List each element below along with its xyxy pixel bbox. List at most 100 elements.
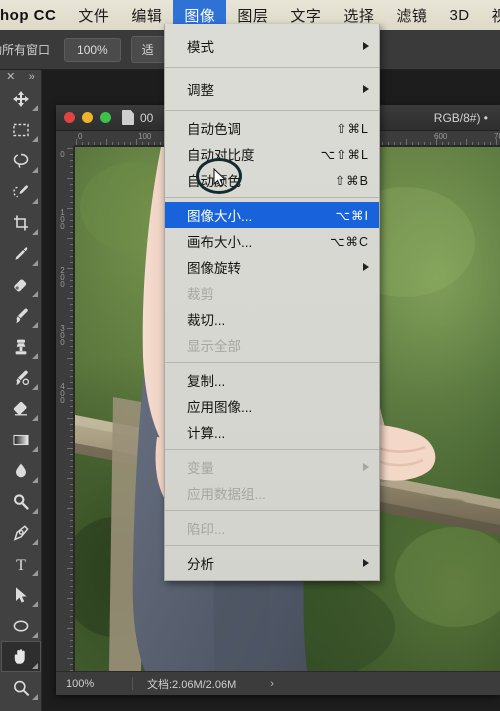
ruler-tick	[70, 250, 73, 251]
menu-item-7[interactable]: 图像旋转	[165, 254, 379, 280]
ruler-tick	[124, 142, 125, 145]
ruler-tick	[67, 568, 73, 569]
menu-separator	[165, 362, 379, 363]
path-selection-tool[interactable]	[1, 579, 41, 610]
menu-item-5[interactable]: 图像大小... ⌥⌘I	[165, 202, 379, 228]
menu-item-shortcut: ⇧⌘L	[336, 121, 369, 136]
submenu-arrow-icon	[363, 463, 369, 471]
submenu-arrow-icon	[363, 559, 369, 567]
menu-7[interactable]: 3D	[438, 0, 480, 30]
marquee-tool[interactable]	[1, 114, 41, 145]
photoshop-window: hop CC 文件编辑图像图层文字选择滤镜3D视图 滚动所有窗口 100% 适 …	[0, 0, 500, 711]
dodge-tool[interactable]	[1, 486, 41, 517]
blur-tool[interactable]	[1, 455, 41, 486]
submenu-arrow-icon	[363, 85, 369, 93]
brush-tool[interactable]	[1, 300, 41, 331]
ruler-tick	[70, 172, 73, 173]
ruler-tick	[154, 142, 155, 145]
menu-item-label: 自动对比度	[187, 148, 255, 163]
type-tool[interactable]: T	[1, 548, 41, 579]
menu-item-9[interactable]: 裁切...	[165, 306, 379, 332]
menu-item-3[interactable]: 自动对比度 ⌥⇧⌘L	[165, 141, 379, 167]
ruler-tick	[70, 274, 73, 275]
ruler-tick	[70, 514, 73, 515]
menu-item-shortcut: ⌥⌘I	[335, 208, 369, 223]
ruler-tick	[70, 286, 73, 287]
status-expand-arrow[interactable]: ›	[270, 678, 274, 690]
zoom-tool[interactable]	[1, 672, 41, 703]
more-tools-icon[interactable]: •••	[11, 707, 31, 711]
ruler-tick	[70, 586, 73, 587]
ruler-tick	[70, 532, 73, 533]
healing-brush-tool[interactable]	[1, 269, 41, 300]
close-icon[interactable]: ✕	[6, 70, 15, 83]
ruler-label: 0	[78, 132, 83, 141]
menu-item-2[interactable]: 自动色调 ⇧⌘L	[165, 115, 379, 141]
ruler-tick	[442, 142, 443, 145]
image-menu-dropdown: 模式调整自动色调 ⇧⌘L 自动对比度 ⌥⇧⌘L 自动颜色⇧⌘B 图像大小... ⌥⌘I 画布大…	[164, 24, 380, 581]
ruler-tick	[70, 184, 73, 185]
ruler-tick	[388, 142, 389, 145]
pen-tool[interactable]	[1, 517, 41, 548]
menu-item-label: 陷印...	[187, 522, 226, 537]
eyedropper-tool[interactable]	[1, 238, 41, 269]
ruler-label: 100	[58, 208, 67, 229]
ruler-tick	[136, 139, 137, 145]
move-tool[interactable]	[1, 83, 41, 114]
clone-stamp-tool[interactable]	[1, 331, 41, 362]
ruler-tick	[70, 346, 73, 347]
double-chevron-icon[interactable]: »	[29, 71, 35, 83]
scroll-all-windows-label[interactable]: 滚动所有窗口	[0, 41, 50, 58]
minimize-button[interactable]	[82, 112, 93, 123]
menu-item-12[interactable]: 应用图像...	[165, 393, 379, 419]
menu-item-13[interactable]: 计算...	[165, 419, 379, 445]
ruler-tick	[70, 232, 73, 233]
document-file-icon	[122, 110, 134, 125]
ruler-tick	[70, 622, 73, 623]
menu-separator	[165, 449, 379, 450]
ruler-tick	[70, 496, 73, 497]
shape-tool[interactable]	[1, 610, 41, 641]
menu-item-1[interactable]: 调整	[165, 72, 379, 106]
menu-6[interactable]: 滤镜	[385, 0, 438, 30]
zoom-level-button[interactable]: 100%	[64, 37, 121, 62]
ruler-tick	[400, 142, 401, 145]
menu-item-4[interactable]: 自动颜色⇧⌘B	[165, 167, 379, 193]
close-button[interactable]	[64, 112, 75, 123]
menu-item-11[interactable]: 复制...	[165, 367, 379, 393]
ruler-tick	[67, 628, 73, 629]
menu-0[interactable]: 文件	[67, 0, 120, 30]
ruler-tick	[70, 466, 73, 467]
ruler-tick	[67, 358, 73, 359]
menu-item-17[interactable]: 分析	[165, 550, 379, 576]
vertical-ruler[interactable]: 0 100 200 300 400	[56, 146, 74, 671]
ruler-tick	[148, 142, 149, 145]
menu-item-label: 分析	[187, 557, 214, 572]
menu-item-6[interactable]: 画布大小... ⌥⌘C	[165, 228, 379, 254]
lasso-tool[interactable]	[1, 145, 41, 176]
ruler-tick	[70, 370, 73, 371]
menu-item-0[interactable]: 模式	[165, 29, 379, 63]
status-zoom-level[interactable]: 100%	[56, 678, 132, 690]
ruler-tick	[70, 244, 73, 245]
quick-selection-tool[interactable]	[1, 176, 41, 207]
app-menu-title[interactable]: hop CC	[0, 0, 67, 30]
history-brush-tool[interactable]	[1, 362, 41, 393]
zoom-button[interactable]	[100, 112, 111, 123]
ruler-tick	[70, 502, 73, 503]
crop-tool[interactable]	[1, 207, 41, 238]
window-controls	[64, 112, 111, 123]
ruler-tick	[70, 580, 73, 581]
ruler-tick	[430, 142, 431, 145]
ruler-tick	[70, 154, 73, 155]
menu-8[interactable]: 视图	[481, 0, 500, 30]
ruler-tick	[70, 382, 73, 383]
ruler-tick	[70, 562, 73, 563]
eraser-tool[interactable]	[1, 393, 41, 424]
menu-item-label: 应用图像...	[187, 400, 253, 415]
gradient-tool[interactable]	[1, 424, 41, 455]
fit-screen-button[interactable]: 适	[130, 36, 165, 63]
hand-tool[interactable]	[0, 641, 41, 672]
ruler-tick	[70, 364, 73, 365]
menu-item-label: 画布大小...	[187, 235, 253, 250]
